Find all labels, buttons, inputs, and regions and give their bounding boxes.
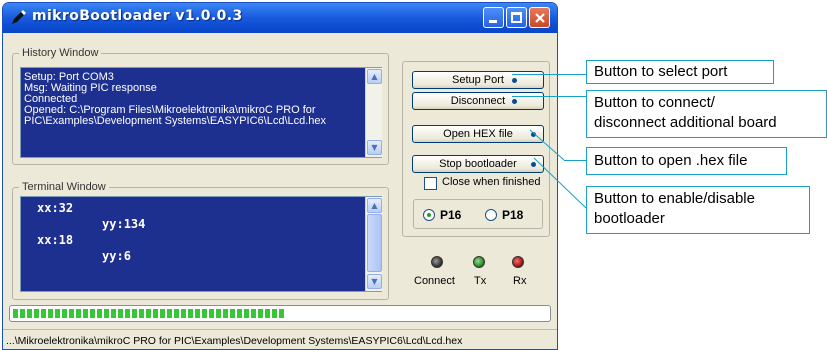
maximize-icon <box>511 12 522 23</box>
tx-led-label: Tx <box>474 275 487 287</box>
scroll-down-icon[interactable]: ▼ <box>367 274 382 289</box>
minimize-button[interactable] <box>483 7 504 28</box>
terminal-output[interactable]: xx:32 yy:134 xx:18 yy:6 ▲ ▼ <box>20 196 382 292</box>
callout-text: Button to enable/disable <box>594 190 755 207</box>
callout-text: Button to connect/ <box>594 94 715 111</box>
rx-led-icon <box>512 256 524 268</box>
disconnect-button[interactable]: Disconnect <box>412 92 544 110</box>
terminal-line: yy:134 <box>37 217 146 231</box>
history-log[interactable]: Setup: Port COM3 Msg: Waiting PIC respon… <box>20 67 382 158</box>
button-marker-icon <box>512 99 517 104</box>
radio-p16[interactable] <box>423 209 435 221</box>
scroll-down-icon[interactable]: ▼ <box>367 140 382 155</box>
rx-led-label: Rx <box>513 275 527 287</box>
connect-led-label: Connect <box>414 275 455 287</box>
leader-line <box>512 96 586 97</box>
disconnect-label: Disconnect <box>450 95 506 107</box>
radio-p18[interactable] <box>485 209 497 221</box>
window-title: mikroBootloader v1.0.0.3 <box>32 8 243 24</box>
scroll-up-icon[interactable]: ▲ <box>367 69 382 84</box>
open-hex-label: Open HEX file <box>443 128 513 140</box>
setup-port-label: Setup Port <box>452 74 504 86</box>
close-icon <box>535 13 545 23</box>
title-bar[interactable]: mikroBootloader v1.0.0.3 <box>3 3 557 33</box>
app-window: mikroBootloader v1.0.0.3 History Window … <box>2 2 558 350</box>
terminal-line: xx:32 <box>37 201 74 215</box>
terminal-line: yy:6 <box>37 249 131 263</box>
leader-diagonal <box>529 129 587 209</box>
close-button[interactable] <box>529 7 550 28</box>
callout-text: bootloader <box>594 210 665 227</box>
callout-connect-board: Button to connect/ disconnect additional… <box>586 90 827 138</box>
progress-fill <box>13 309 285 318</box>
callout-bootloader: Button to enable/disable bootloader <box>586 186 810 234</box>
history-legend: History Window <box>19 47 102 59</box>
connect-led-icon <box>431 256 443 268</box>
button-marker-icon <box>512 78 517 83</box>
callout-open-hex: Button to open .hex file <box>586 147 787 175</box>
radio-p16-label: P16 <box>440 208 462 222</box>
terminal-line: xx:18 <box>37 233 74 247</box>
terminal-scrollbar[interactable]: ▲ ▼ <box>365 197 382 291</box>
leader-line <box>512 74 586 75</box>
stop-bootloader-label: Stop bootloader <box>439 158 517 170</box>
status-bar: ...\Mikroelektronika\mikroC PRO for PIC\… <box>3 329 557 349</box>
tx-led-icon <box>473 256 485 268</box>
progress-bar <box>9 305 551 322</box>
terminal-legend: Terminal Window <box>19 181 109 193</box>
close-when-finished-checkbox[interactable] <box>424 177 437 190</box>
pen-icon <box>12 10 26 24</box>
callout-text: disconnect additional board <box>594 114 777 131</box>
history-line: PIC\Examples\Development Systems\EASYPIC… <box>24 115 327 127</box>
minimize-icon <box>489 20 497 23</box>
callout-select-port: Button to select port <box>586 60 774 84</box>
scroll-up-icon[interactable]: ▲ <box>367 198 382 213</box>
maximize-button[interactable] <box>506 7 527 28</box>
history-scrollbar[interactable]: ▲ ▼ <box>365 68 382 157</box>
scroll-thumb[interactable] <box>367 214 382 272</box>
